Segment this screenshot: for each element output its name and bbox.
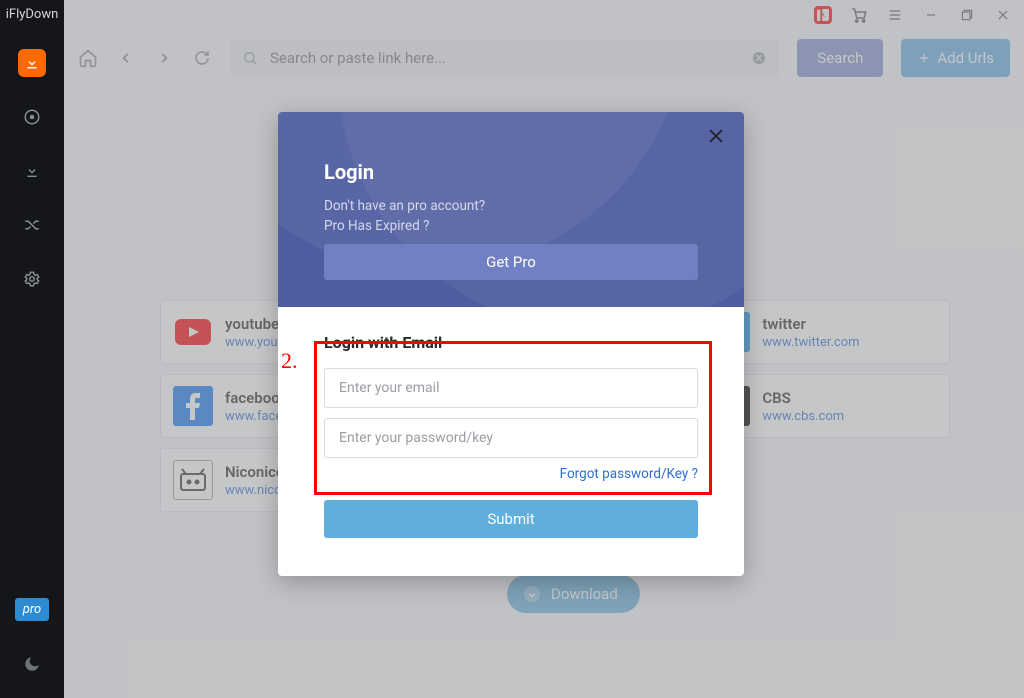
get-pro-button[interactable]: Get Pro: [324, 244, 698, 280]
modal-header: Login Don't have an pro account? Pro Has…: [278, 112, 744, 307]
modal-subtitle-1: Don't have an pro account?: [324, 198, 698, 214]
submit-button[interactable]: Submit: [324, 500, 698, 538]
brand-label: iFlyDown: [0, 0, 64, 36]
sidebar-settings[interactable]: [18, 265, 46, 293]
sidebar-downloads[interactable]: [18, 49, 46, 77]
sidebar-browser[interactable]: [18, 103, 46, 131]
modal-subtitle-2: Pro Has Expired ?: [324, 218, 698, 234]
modal-title: Login: [324, 160, 698, 184]
pro-badge[interactable]: pro: [15, 598, 49, 621]
theme-toggle[interactable]: [18, 650, 46, 678]
sidebar-shuffle[interactable]: [18, 211, 46, 239]
annotation-2: 2.: [281, 348, 298, 374]
modal-close-button[interactable]: [706, 126, 730, 150]
sidebar-save[interactable]: [18, 157, 46, 185]
sidebar: iFlyDown pro: [0, 0, 64, 698]
annotation-box-2: [314, 341, 712, 495]
